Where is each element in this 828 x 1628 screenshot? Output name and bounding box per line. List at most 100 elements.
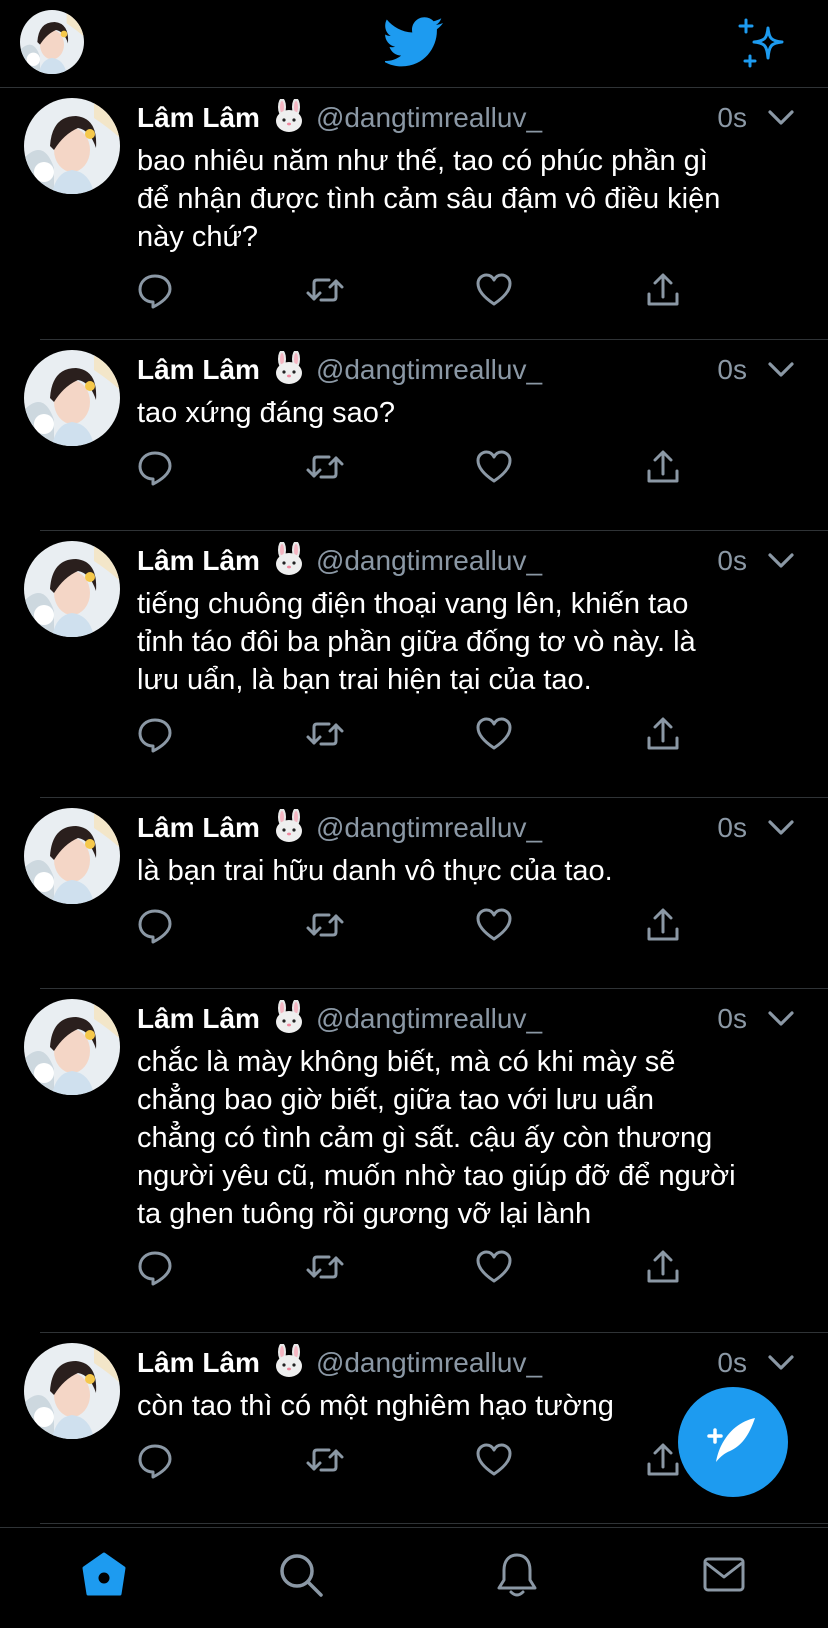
share-icon[interactable] (643, 714, 683, 754)
tweet-text-line: lưu uẩn, là bạn trai hiện tại của tao. (137, 664, 592, 696)
like-icon[interactable] (474, 447, 514, 487)
rabbit-face-icon (272, 351, 306, 385)
timestamp: 0s (717, 545, 747, 576)
avatar[interactable] (24, 999, 120, 1095)
avatar[interactable] (24, 808, 120, 904)
timeline: Lâm Lâm @dangtimrealluv_ 0s bao nhiêu năm… (0, 88, 828, 1524)
tweet-header: Lâm Lâm @dangtimrealluv_ 0s (137, 98, 797, 138)
reply-icon[interactable] (135, 447, 175, 487)
share-icon[interactable] (643, 905, 683, 945)
retweet-icon[interactable] (305, 714, 345, 754)
chevron-down-icon[interactable] (767, 1007, 795, 1031)
tweet-text-line: bao nhiêu năm như thế, tao có phúc phần … (137, 145, 708, 177)
chevron-down-icon[interactable] (767, 549, 795, 573)
messages-icon[interactable] (699, 1550, 749, 1600)
avatar[interactable] (24, 98, 120, 194)
chevron-down-icon[interactable] (767, 106, 795, 130)
tweet-text-line: ta ghen tuông rồi gương vỡ lại lành (137, 1198, 592, 1230)
display-name[interactable]: Lâm Lâm (137, 1347, 260, 1378)
tweet-text: tao xứng đáng sao? (137, 394, 797, 432)
tweet-actions (137, 714, 697, 754)
user-handle[interactable]: @dangtimrealluv_ (316, 1003, 542, 1034)
notifications-icon[interactable] (492, 1550, 542, 1600)
chevron-down-icon[interactable] (767, 1351, 795, 1375)
rabbit-face-icon (272, 99, 306, 133)
twitter-bird-icon[interactable] (385, 16, 445, 70)
tweet[interactable]: Lâm Lâm @dangtimrealluv_ 0s bao nhiêu năm… (0, 88, 828, 340)
sparkle-icon[interactable] (738, 18, 790, 70)
share-icon[interactable] (643, 447, 683, 487)
retweet-icon[interactable] (305, 905, 345, 945)
tweet[interactable]: Lâm Lâm @dangtimrealluv_ 0s là bạn trai h… (0, 798, 828, 989)
reply-icon[interactable] (135, 1247, 175, 1287)
like-icon[interactable] (474, 905, 514, 945)
tweet[interactable]: Lâm Lâm @dangtimrealluv_ 0s tiếng chuông … (0, 531, 828, 798)
timestamp: 0s (717, 1347, 747, 1378)
retweet-icon[interactable] (305, 270, 345, 310)
chevron-down-icon[interactable] (767, 816, 795, 840)
retweet-icon[interactable] (305, 1440, 345, 1480)
home-icon[interactable] (79, 1550, 129, 1600)
display-name[interactable]: Lâm Lâm (137, 545, 260, 576)
tweet-actions (137, 905, 697, 945)
like-icon[interactable] (474, 1247, 514, 1287)
rabbit-face-icon (272, 1344, 306, 1378)
share-icon[interactable] (643, 270, 683, 310)
reply-icon[interactable] (135, 1440, 175, 1480)
display-name[interactable]: Lâm Lâm (137, 812, 260, 843)
display-name[interactable]: Lâm Lâm (137, 1003, 260, 1034)
compose-tweet-icon (707, 1418, 755, 1462)
user-handle[interactable]: @dangtimrealluv_ (316, 545, 542, 576)
tweet[interactable]: Lâm Lâm @dangtimrealluv_ 0s tao xứng đáng… (0, 340, 828, 531)
user-handle[interactable]: @dangtimrealluv_ (316, 812, 542, 843)
tweet-actions (137, 1247, 697, 1287)
tweet-text-line: chắc là mày không biết, mà có khi mày sẽ (137, 1046, 676, 1078)
tweet-text-line: chẳng có tình cảm gì sất. cậu ấy còn thư… (137, 1122, 713, 1154)
tweet-text-line: để nhận được tình cảm sâu đậm vô điều ki… (137, 183, 721, 215)
tweet-header: Lâm Lâm @dangtimrealluv_ 0s (137, 999, 797, 1039)
retweet-icon[interactable] (305, 447, 345, 487)
reply-icon[interactable] (135, 270, 175, 310)
tweet-text-line: chẳng bao giờ biết, giữa tao với lưu uẩn (137, 1084, 655, 1116)
tweet-actions (137, 447, 697, 487)
top-bar (0, 0, 828, 88)
share-icon[interactable] (643, 1440, 683, 1480)
divider (40, 1523, 828, 1524)
tweet-text-line: tao xứng đáng sao? (137, 397, 396, 429)
reply-icon[interactable] (135, 905, 175, 945)
display-name[interactable]: Lâm Lâm (137, 102, 260, 133)
user-handle[interactable]: @dangtimrealluv_ (316, 102, 542, 133)
share-icon[interactable] (643, 1247, 683, 1287)
user-handle[interactable]: @dangtimrealluv_ (316, 354, 542, 385)
profile-avatar[interactable] (20, 10, 84, 74)
chevron-down-icon[interactable] (767, 358, 795, 382)
tweet-text-line: tỉnh táo đôi ba phần giữa đống tơ vò này… (137, 626, 696, 658)
avatar[interactable] (24, 350, 120, 446)
user-handle[interactable]: @dangtimrealluv_ (316, 1347, 542, 1378)
reply-icon[interactable] (135, 714, 175, 754)
avatar[interactable] (24, 541, 120, 637)
tweet-text: bao nhiêu năm như thế, tao có phúc phần … (137, 142, 797, 256)
tweet-text: chắc là mày không biết, mà có khi mày sẽ… (137, 1043, 797, 1233)
tweet-text-line: người yêu cũ, muốn nhờ tao giúp đỡ để ng… (137, 1160, 736, 1192)
like-icon[interactable] (474, 1440, 514, 1480)
retweet-icon[interactable] (305, 1247, 345, 1287)
tweet-text: là bạn trai hữu danh vô thực của tao. (137, 852, 797, 890)
timestamp: 0s (717, 102, 747, 133)
like-icon[interactable] (474, 270, 514, 310)
tweet-actions (137, 270, 697, 310)
rabbit-face-icon (272, 1000, 306, 1034)
like-icon[interactable] (474, 714, 514, 754)
tweet-header: Lâm Lâm @dangtimrealluv_ 0s (137, 541, 797, 581)
tweet[interactable]: Lâm Lâm @dangtimrealluv_ 0s chắc là mày k… (0, 989, 828, 1333)
display-name[interactable]: Lâm Lâm (137, 354, 260, 385)
tweet-text-line: tiếng chuông điện thoại vang lên, khiến … (137, 588, 689, 620)
rabbit-face-icon (272, 542, 306, 576)
avatar[interactable] (24, 1343, 120, 1439)
rabbit-face-icon (272, 809, 306, 843)
tweet-header: Lâm Lâm @dangtimrealluv_ 0s (137, 808, 797, 848)
tweet-actions (137, 1440, 697, 1480)
timestamp: 0s (717, 812, 747, 843)
compose-tweet-button[interactable] (678, 1387, 788, 1497)
search-icon[interactable] (276, 1550, 326, 1600)
